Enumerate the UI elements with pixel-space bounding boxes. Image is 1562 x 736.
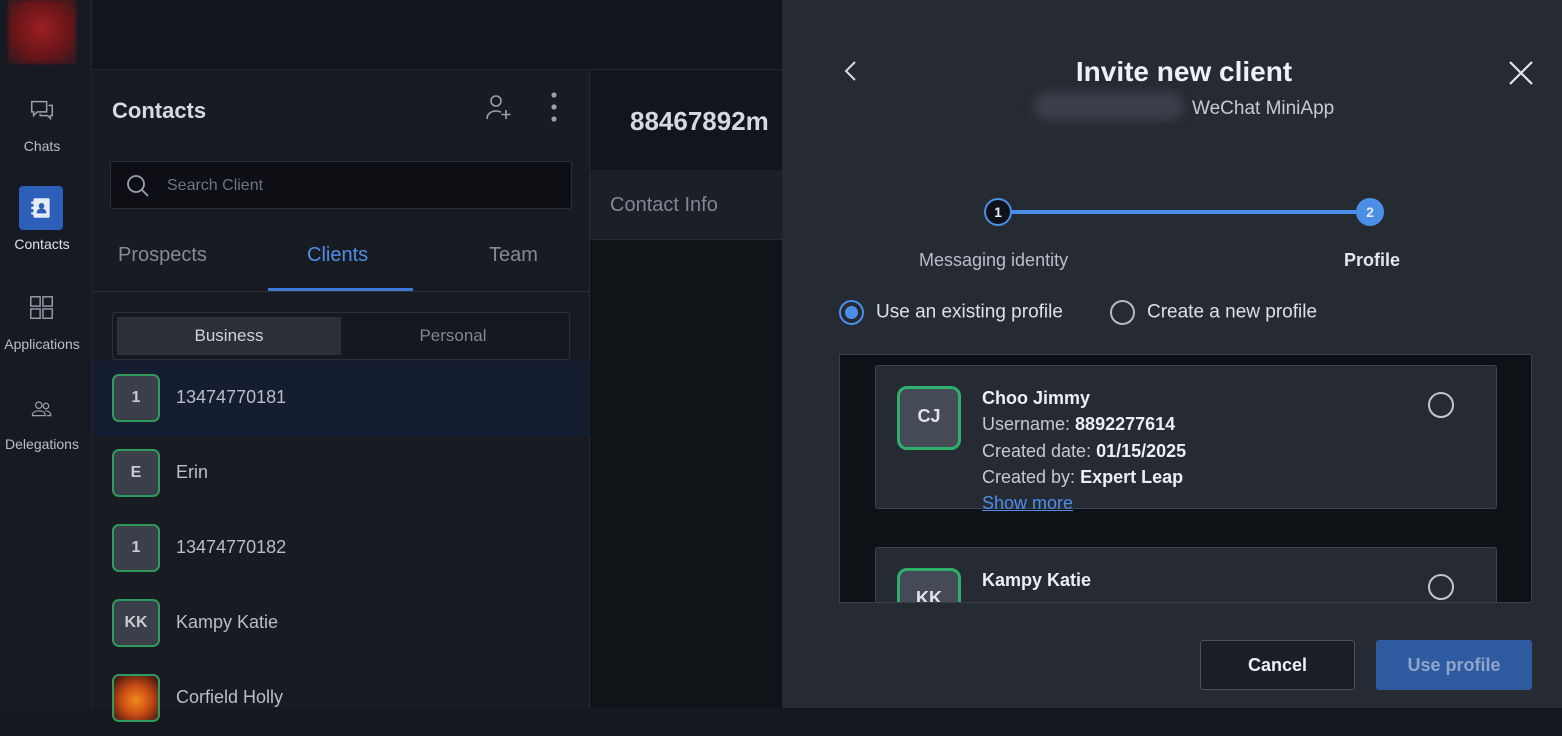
- rail-label-chats: Chats: [23, 138, 61, 154]
- top-bar: [92, 0, 792, 70]
- profile-created-date: Created date: 01/15/2025: [982, 441, 1187, 461]
- segment-personal[interactable]: Personal: [341, 317, 565, 355]
- chat-icon: [30, 100, 54, 121]
- search-icon: [127, 175, 149, 197]
- contact-row[interactable]: Corfield Holly: [92, 661, 590, 736]
- add-user-icon[interactable]: [484, 92, 514, 122]
- option-existing-profile[interactable]: Use an existing profile: [839, 300, 1063, 325]
- tab-prospects[interactable]: Prospects: [118, 244, 207, 267]
- contact-name: Corfield Holly: [176, 687, 284, 707]
- search-input[interactable]: Search Client: [110, 161, 572, 209]
- more-options-icon[interactable]: [544, 90, 564, 124]
- profile-card[interactable]: KK Kampy Katie: [875, 547, 1497, 602]
- rail-item-contacts[interactable]: Contacts: [0, 186, 84, 252]
- step-1-marker: 1: [984, 198, 1012, 226]
- rail-label-applications: Applications: [4, 336, 80, 352]
- step-2-marker: 2: [1356, 198, 1384, 226]
- rail-item-delegations[interactable]: Delegations: [0, 398, 84, 452]
- use-profile-button[interactable]: Use profile: [1376, 640, 1532, 690]
- apps-grid-icon: [30, 296, 53, 319]
- step-1-label: Messaging identity: [919, 250, 1069, 270]
- detail-tabs: Contact Info: [590, 170, 782, 240]
- conversation-title: 88467892m: [630, 106, 769, 136]
- contact-name: Erin: [176, 462, 209, 482]
- step-2-label: Profile: [1344, 250, 1401, 270]
- avatar: CJ: [897, 386, 961, 450]
- delegations-icon: [31, 401, 52, 417]
- tab-clients[interactable]: Clients: [307, 244, 368, 267]
- search-placeholder: Search Client: [167, 177, 264, 194]
- stepper-line: [1010, 210, 1372, 214]
- avatar: E: [112, 449, 160, 497]
- contacts-tabs: Prospects Clients Team: [92, 230, 590, 292]
- contact-name: Kampy Katie: [176, 612, 279, 632]
- avatar: KK: [112, 599, 160, 647]
- app-logo: [8, 0, 76, 64]
- profile-created-by: Created by: Expert Leap: [982, 467, 1184, 487]
- radio-unselected[interactable]: [1110, 300, 1135, 325]
- invite-client-modal: Invite new client WeChat MiniApp 1 2 Mes…: [782, 0, 1562, 708]
- contact-row[interactable]: KK Kampy Katie: [92, 586, 590, 661]
- active-tab-indicator: [268, 288, 413, 291]
- contact-name: 13474770181: [176, 387, 287, 407]
- modal-title: Invite new client: [1075, 56, 1293, 87]
- conversation-header: 88467892m: [590, 70, 782, 170]
- contact-row[interactable]: 1 13474770181: [92, 361, 590, 436]
- modal-subtitle: WeChat MiniApp: [1192, 98, 1335, 119]
- profile-username: Username: 8892277614: [982, 414, 1176, 434]
- profile-name: Choo Jimmy: [982, 388, 1091, 408]
- rail-label-contacts: Contacts: [14, 236, 70, 252]
- radio-selected[interactable]: [839, 300, 864, 325]
- segment-business[interactable]: Business: [117, 317, 341, 355]
- contacts-title: Contacts: [112, 98, 207, 123]
- avatar: 1: [112, 524, 160, 572]
- redacted-identity: [1034, 92, 1184, 120]
- tab-team[interactable]: Team: [489, 244, 538, 267]
- cancel-button[interactable]: Cancel: [1200, 640, 1355, 690]
- segment-control: Business Personal: [112, 312, 570, 360]
- contact-row[interactable]: 1 13474770182: [92, 511, 590, 586]
- contact-name: 13474770182: [176, 537, 287, 557]
- option-label: Use an existing profile: [876, 301, 1063, 323]
- rail-item-applications[interactable]: Applications: [0, 294, 84, 352]
- option-label: Create a new profile: [1147, 301, 1318, 323]
- contacts-icon: [31, 198, 50, 218]
- avatar: 1: [112, 374, 160, 422]
- contact-row[interactable]: E Erin: [92, 436, 590, 511]
- rail-item-chats[interactable]: Chats: [0, 96, 84, 154]
- option-new-profile[interactable]: Create a new profile: [1110, 300, 1317, 325]
- profile-select-radio[interactable]: [1428, 574, 1454, 600]
- left-rail: Chats Contacts Applications Delegations: [0, 0, 92, 708]
- contacts-panel: Contacts Search Client Prospects Clients…: [92, 70, 590, 722]
- tab-contact-info[interactable]: Contact Info: [610, 194, 718, 217]
- profile-select-radio[interactable]: [1428, 392, 1454, 418]
- rail-label-delegations: Delegations: [5, 436, 79, 452]
- detail-body: [590, 240, 782, 708]
- avatar: KK: [897, 568, 961, 602]
- profile-name: Kampy Katie: [982, 570, 1092, 590]
- avatar-photo: [112, 674, 160, 722]
- profile-card[interactable]: CJ Choo Jimmy Username: 8892277614 Creat…: [875, 365, 1497, 513]
- show-more-link[interactable]: Show more: [982, 493, 1073, 514]
- profile-list[interactable]: CJ Choo Jimmy Username: 8892277614 Creat…: [839, 354, 1532, 603]
